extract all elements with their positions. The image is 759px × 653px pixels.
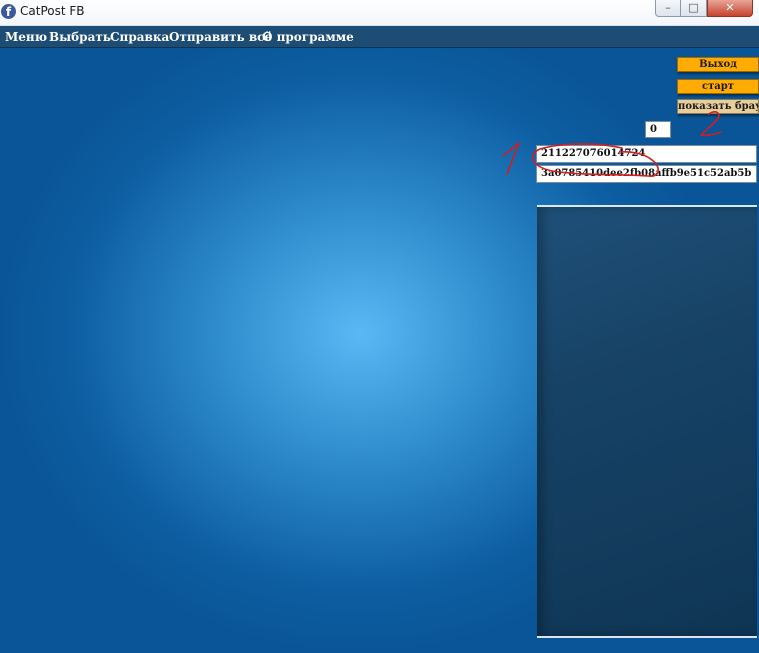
start-button[interactable]: старт — [677, 79, 759, 94]
log-panel — [537, 205, 757, 638]
app-secret-field[interactable]: 3a0785410dee2fb08affb9e51c52ab5b — [536, 165, 757, 183]
menu-item-about[interactable]: О программе — [262, 30, 354, 44]
menu-item-select[interactable]: Выбрать — [49, 30, 111, 44]
app-id-field[interactable]: 211227076014724 — [536, 145, 757, 163]
close-button[interactable]: ✕ — [707, 0, 753, 17]
app-window: f CatPost FB – □ ✕ Меню Выбрать Справка … — [0, 0, 759, 653]
menu-bar: Меню Выбрать Справка Отправить всё О про… — [0, 26, 759, 48]
menu-item-help[interactable]: Справка — [110, 30, 169, 44]
show-browser-button[interactable]: показать браузер — [677, 99, 759, 114]
exit-button[interactable]: Выход — [677, 57, 759, 72]
menu-item-menu[interactable]: Меню — [5, 30, 47, 44]
menu-item-send-all[interactable]: Отправить всё — [169, 30, 272, 44]
facebook-icon: f — [1, 4, 16, 19]
counter-field[interactable]: 0 — [645, 121, 671, 138]
maximize-button[interactable]: □ — [681, 0, 707, 17]
title-bar[interactable]: f CatPost FB – □ ✕ — [0, 0, 759, 26]
minimize-button[interactable]: – — [655, 0, 681, 17]
window-title: CatPost FB — [20, 4, 85, 18]
main-area: Выход старт показать браузер 0 211227076… — [0, 48, 759, 653]
